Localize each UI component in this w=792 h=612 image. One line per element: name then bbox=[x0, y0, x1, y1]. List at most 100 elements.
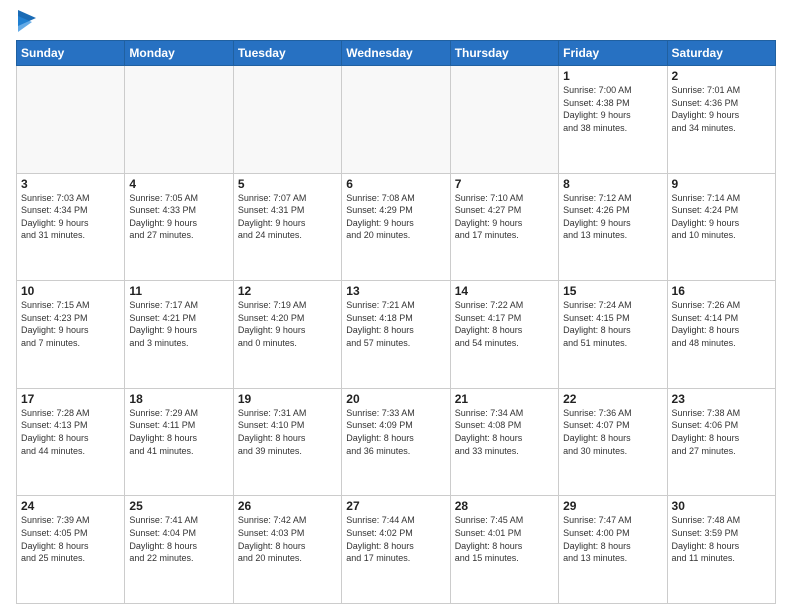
day-number: 3 bbox=[21, 177, 120, 191]
calendar-cell-2-1: 3Sunrise: 7:03 AM Sunset: 4:34 PM Daylig… bbox=[17, 173, 125, 281]
calendar-header-wednesday: Wednesday bbox=[342, 41, 450, 66]
calendar-cell-1-2 bbox=[125, 66, 233, 174]
day-number: 29 bbox=[563, 499, 662, 513]
day-number: 6 bbox=[346, 177, 445, 191]
day-info: Sunrise: 7:31 AM Sunset: 4:10 PM Dayligh… bbox=[238, 407, 337, 457]
calendar-cell-3-7: 16Sunrise: 7:26 AM Sunset: 4:14 PM Dayli… bbox=[667, 281, 775, 389]
day-info: Sunrise: 7:41 AM Sunset: 4:04 PM Dayligh… bbox=[129, 514, 228, 564]
day-info: Sunrise: 7:38 AM Sunset: 4:06 PM Dayligh… bbox=[672, 407, 771, 457]
calendar-cell-3-5: 14Sunrise: 7:22 AM Sunset: 4:17 PM Dayli… bbox=[450, 281, 558, 389]
calendar-header-row: SundayMondayTuesdayWednesdayThursdayFrid… bbox=[17, 41, 776, 66]
calendar-week-1: 1Sunrise: 7:00 AM Sunset: 4:38 PM Daylig… bbox=[17, 66, 776, 174]
day-number: 30 bbox=[672, 499, 771, 513]
day-info: Sunrise: 7:48 AM Sunset: 3:59 PM Dayligh… bbox=[672, 514, 771, 564]
calendar-cell-3-4: 13Sunrise: 7:21 AM Sunset: 4:18 PM Dayli… bbox=[342, 281, 450, 389]
day-number: 20 bbox=[346, 392, 445, 406]
calendar-cell-5-1: 24Sunrise: 7:39 AM Sunset: 4:05 PM Dayli… bbox=[17, 496, 125, 604]
day-number: 28 bbox=[455, 499, 554, 513]
calendar-cell-2-2: 4Sunrise: 7:05 AM Sunset: 4:33 PM Daylig… bbox=[125, 173, 233, 281]
calendar-cell-5-6: 29Sunrise: 7:47 AM Sunset: 4:00 PM Dayli… bbox=[559, 496, 667, 604]
day-number: 10 bbox=[21, 284, 120, 298]
calendar-cell-3-2: 11Sunrise: 7:17 AM Sunset: 4:21 PM Dayli… bbox=[125, 281, 233, 389]
calendar-week-4: 17Sunrise: 7:28 AM Sunset: 4:13 PM Dayli… bbox=[17, 388, 776, 496]
calendar-cell-2-3: 5Sunrise: 7:07 AM Sunset: 4:31 PM Daylig… bbox=[233, 173, 341, 281]
day-info: Sunrise: 7:28 AM Sunset: 4:13 PM Dayligh… bbox=[21, 407, 120, 457]
day-number: 5 bbox=[238, 177, 337, 191]
day-number: 8 bbox=[563, 177, 662, 191]
day-number: 13 bbox=[346, 284, 445, 298]
day-number: 7 bbox=[455, 177, 554, 191]
day-number: 27 bbox=[346, 499, 445, 513]
calendar-cell-3-6: 15Sunrise: 7:24 AM Sunset: 4:15 PM Dayli… bbox=[559, 281, 667, 389]
calendar-cell-5-4: 27Sunrise: 7:44 AM Sunset: 4:02 PM Dayli… bbox=[342, 496, 450, 604]
calendar-cell-1-3 bbox=[233, 66, 341, 174]
calendar-cell-1-4 bbox=[342, 66, 450, 174]
calendar-cell-3-1: 10Sunrise: 7:15 AM Sunset: 4:23 PM Dayli… bbox=[17, 281, 125, 389]
calendar-cell-2-7: 9Sunrise: 7:14 AM Sunset: 4:24 PM Daylig… bbox=[667, 173, 775, 281]
calendar-week-2: 3Sunrise: 7:03 AM Sunset: 4:34 PM Daylig… bbox=[17, 173, 776, 281]
day-number: 11 bbox=[129, 284, 228, 298]
day-info: Sunrise: 7:12 AM Sunset: 4:26 PM Dayligh… bbox=[563, 192, 662, 242]
day-info: Sunrise: 7:17 AM Sunset: 4:21 PM Dayligh… bbox=[129, 299, 228, 349]
calendar-cell-2-5: 7Sunrise: 7:10 AM Sunset: 4:27 PM Daylig… bbox=[450, 173, 558, 281]
calendar-cell-1-6: 1Sunrise: 7:00 AM Sunset: 4:38 PM Daylig… bbox=[559, 66, 667, 174]
page: SundayMondayTuesdayWednesdayThursdayFrid… bbox=[0, 0, 792, 612]
day-number: 25 bbox=[129, 499, 228, 513]
calendar-header-monday: Monday bbox=[125, 41, 233, 66]
day-number: 16 bbox=[672, 284, 771, 298]
day-info: Sunrise: 7:45 AM Sunset: 4:01 PM Dayligh… bbox=[455, 514, 554, 564]
logo bbox=[16, 12, 36, 34]
calendar-cell-1-7: 2Sunrise: 7:01 AM Sunset: 4:36 PM Daylig… bbox=[667, 66, 775, 174]
day-number: 14 bbox=[455, 284, 554, 298]
day-number: 23 bbox=[672, 392, 771, 406]
calendar-cell-4-3: 19Sunrise: 7:31 AM Sunset: 4:10 PM Dayli… bbox=[233, 388, 341, 496]
calendar-week-5: 24Sunrise: 7:39 AM Sunset: 4:05 PM Dayli… bbox=[17, 496, 776, 604]
calendar-cell-2-4: 6Sunrise: 7:08 AM Sunset: 4:29 PM Daylig… bbox=[342, 173, 450, 281]
day-info: Sunrise: 7:22 AM Sunset: 4:17 PM Dayligh… bbox=[455, 299, 554, 349]
logo-flag-icon bbox=[18, 10, 36, 32]
calendar-cell-5-7: 30Sunrise: 7:48 AM Sunset: 3:59 PM Dayli… bbox=[667, 496, 775, 604]
calendar-cell-4-4: 20Sunrise: 7:33 AM Sunset: 4:09 PM Dayli… bbox=[342, 388, 450, 496]
calendar-header-tuesday: Tuesday bbox=[233, 41, 341, 66]
day-number: 15 bbox=[563, 284, 662, 298]
day-info: Sunrise: 7:39 AM Sunset: 4:05 PM Dayligh… bbox=[21, 514, 120, 564]
calendar-cell-2-6: 8Sunrise: 7:12 AM Sunset: 4:26 PM Daylig… bbox=[559, 173, 667, 281]
calendar-cell-4-2: 18Sunrise: 7:29 AM Sunset: 4:11 PM Dayli… bbox=[125, 388, 233, 496]
calendar-header-thursday: Thursday bbox=[450, 41, 558, 66]
day-info: Sunrise: 7:26 AM Sunset: 4:14 PM Dayligh… bbox=[672, 299, 771, 349]
day-info: Sunrise: 7:24 AM Sunset: 4:15 PM Dayligh… bbox=[563, 299, 662, 349]
day-info: Sunrise: 7:34 AM Sunset: 4:08 PM Dayligh… bbox=[455, 407, 554, 457]
day-info: Sunrise: 7:10 AM Sunset: 4:27 PM Dayligh… bbox=[455, 192, 554, 242]
day-info: Sunrise: 7:42 AM Sunset: 4:03 PM Dayligh… bbox=[238, 514, 337, 564]
day-number: 26 bbox=[238, 499, 337, 513]
day-number: 9 bbox=[672, 177, 771, 191]
calendar-header-saturday: Saturday bbox=[667, 41, 775, 66]
day-number: 24 bbox=[21, 499, 120, 513]
calendar-header-friday: Friday bbox=[559, 41, 667, 66]
day-info: Sunrise: 7:00 AM Sunset: 4:38 PM Dayligh… bbox=[563, 84, 662, 134]
header bbox=[16, 12, 776, 34]
day-info: Sunrise: 7:47 AM Sunset: 4:00 PM Dayligh… bbox=[563, 514, 662, 564]
calendar-cell-4-7: 23Sunrise: 7:38 AM Sunset: 4:06 PM Dayli… bbox=[667, 388, 775, 496]
day-info: Sunrise: 7:36 AM Sunset: 4:07 PM Dayligh… bbox=[563, 407, 662, 457]
calendar-cell-4-1: 17Sunrise: 7:28 AM Sunset: 4:13 PM Dayli… bbox=[17, 388, 125, 496]
day-number: 1 bbox=[563, 69, 662, 83]
day-info: Sunrise: 7:15 AM Sunset: 4:23 PM Dayligh… bbox=[21, 299, 120, 349]
day-info: Sunrise: 7:01 AM Sunset: 4:36 PM Dayligh… bbox=[672, 84, 771, 134]
day-number: 4 bbox=[129, 177, 228, 191]
day-number: 21 bbox=[455, 392, 554, 406]
day-info: Sunrise: 7:29 AM Sunset: 4:11 PM Dayligh… bbox=[129, 407, 228, 457]
calendar-cell-4-5: 21Sunrise: 7:34 AM Sunset: 4:08 PM Dayli… bbox=[450, 388, 558, 496]
day-info: Sunrise: 7:14 AM Sunset: 4:24 PM Dayligh… bbox=[672, 192, 771, 242]
calendar-cell-1-5 bbox=[450, 66, 558, 174]
day-info: Sunrise: 7:44 AM Sunset: 4:02 PM Dayligh… bbox=[346, 514, 445, 564]
calendar-cell-5-5: 28Sunrise: 7:45 AM Sunset: 4:01 PM Dayli… bbox=[450, 496, 558, 604]
day-info: Sunrise: 7:33 AM Sunset: 4:09 PM Dayligh… bbox=[346, 407, 445, 457]
day-info: Sunrise: 7:07 AM Sunset: 4:31 PM Dayligh… bbox=[238, 192, 337, 242]
calendar-table: SundayMondayTuesdayWednesdayThursdayFrid… bbox=[16, 40, 776, 604]
logo-text bbox=[16, 12, 36, 34]
day-number: 22 bbox=[563, 392, 662, 406]
day-number: 18 bbox=[129, 392, 228, 406]
calendar-cell-5-3: 26Sunrise: 7:42 AM Sunset: 4:03 PM Dayli… bbox=[233, 496, 341, 604]
day-number: 19 bbox=[238, 392, 337, 406]
